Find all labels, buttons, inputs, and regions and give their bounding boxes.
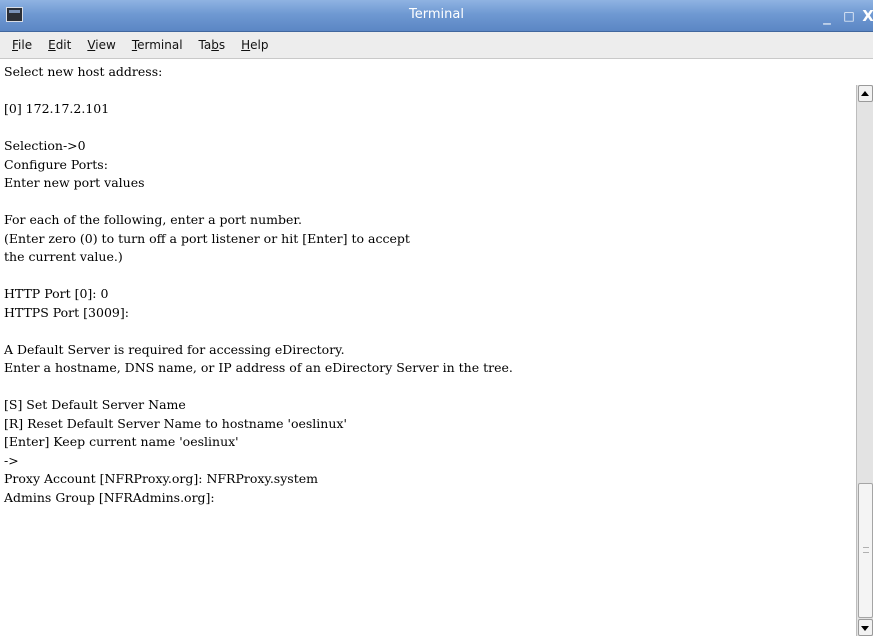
terminal-line: Selection->0 [4,138,86,153]
terminal-line: Admins Group [NFRAdmins.org]: [4,489,215,505]
terminal-line: the current value.) [4,249,123,264]
grip-icon [863,547,869,553]
terminal-line: [S] Set Default Server Name [4,397,186,412]
terminal-line: [R] Reset Default Server Name to hostnam… [4,415,347,431]
terminal-output[interactable]: Select new host address: [0] 172.17.2.101… [0,59,856,636]
terminal-line: A Default Server is required for accessi… [4,341,345,357]
vertical-scrollbar[interactable] [856,85,873,636]
terminal-line: -> [4,452,19,468]
scroll-down-button[interactable] [858,619,873,636]
terminal-line: For each of the following, enter a port … [4,212,302,227]
menu-item-help[interactable]: Help [233,32,276,59]
menu-item-terminal[interactable]: Terminal [124,32,191,59]
terminal-line: Enter a hostname, DNS name, or IP addres… [4,360,513,375]
terminal-line: [0] 172.17.2.101 [4,101,110,116]
title-bar[interactable]: Terminal _ □ X [0,0,873,32]
menu-item-view[interactable]: View [79,32,123,59]
maximize-button[interactable]: □ [839,6,859,26]
menu-item-file[interactable]: File [4,32,40,59]
terminal-line: Enter new port values [4,175,145,190]
terminal-line: Configure Ports: [4,156,108,172]
menu-item-tabs[interactable]: Tabs [191,32,234,59]
window-title: Terminal [409,7,464,22]
scroll-up-button[interactable] [858,85,873,102]
arrow-down-icon [861,626,869,631]
close-button[interactable]: X [861,6,873,26]
terminal-line: [Enter] Keep current name 'oeslinux' [4,434,239,449]
terminal-window: Terminal _ □ X File Edit View Terminal Tabs H… [0,0,873,636]
window-controls: _ □ X [815,0,873,32]
terminal-text[interactable]: Select new host address: [0] 172.17.2.101… [0,59,856,507]
arrow-up-icon [861,91,869,96]
terminal-line: HTTPS Port [3009]: [4,304,129,320]
minimize-button[interactable]: _ [817,6,837,26]
terminal-line: (Enter zero (0) to turn off a port liste… [4,230,410,246]
scrollbar-thumb[interactable] [858,483,873,618]
menu-item-edit[interactable]: Edit [40,32,79,59]
menu-bar: File Edit View Terminal Tabs Help [0,32,873,59]
terminal-line: HTTP Port [0]: 0 [4,286,109,301]
terminal-line: Select new host address: [4,64,163,79]
terminal-line: Proxy Account [NFRProxy.org]: NFRProxy.s… [4,471,318,486]
